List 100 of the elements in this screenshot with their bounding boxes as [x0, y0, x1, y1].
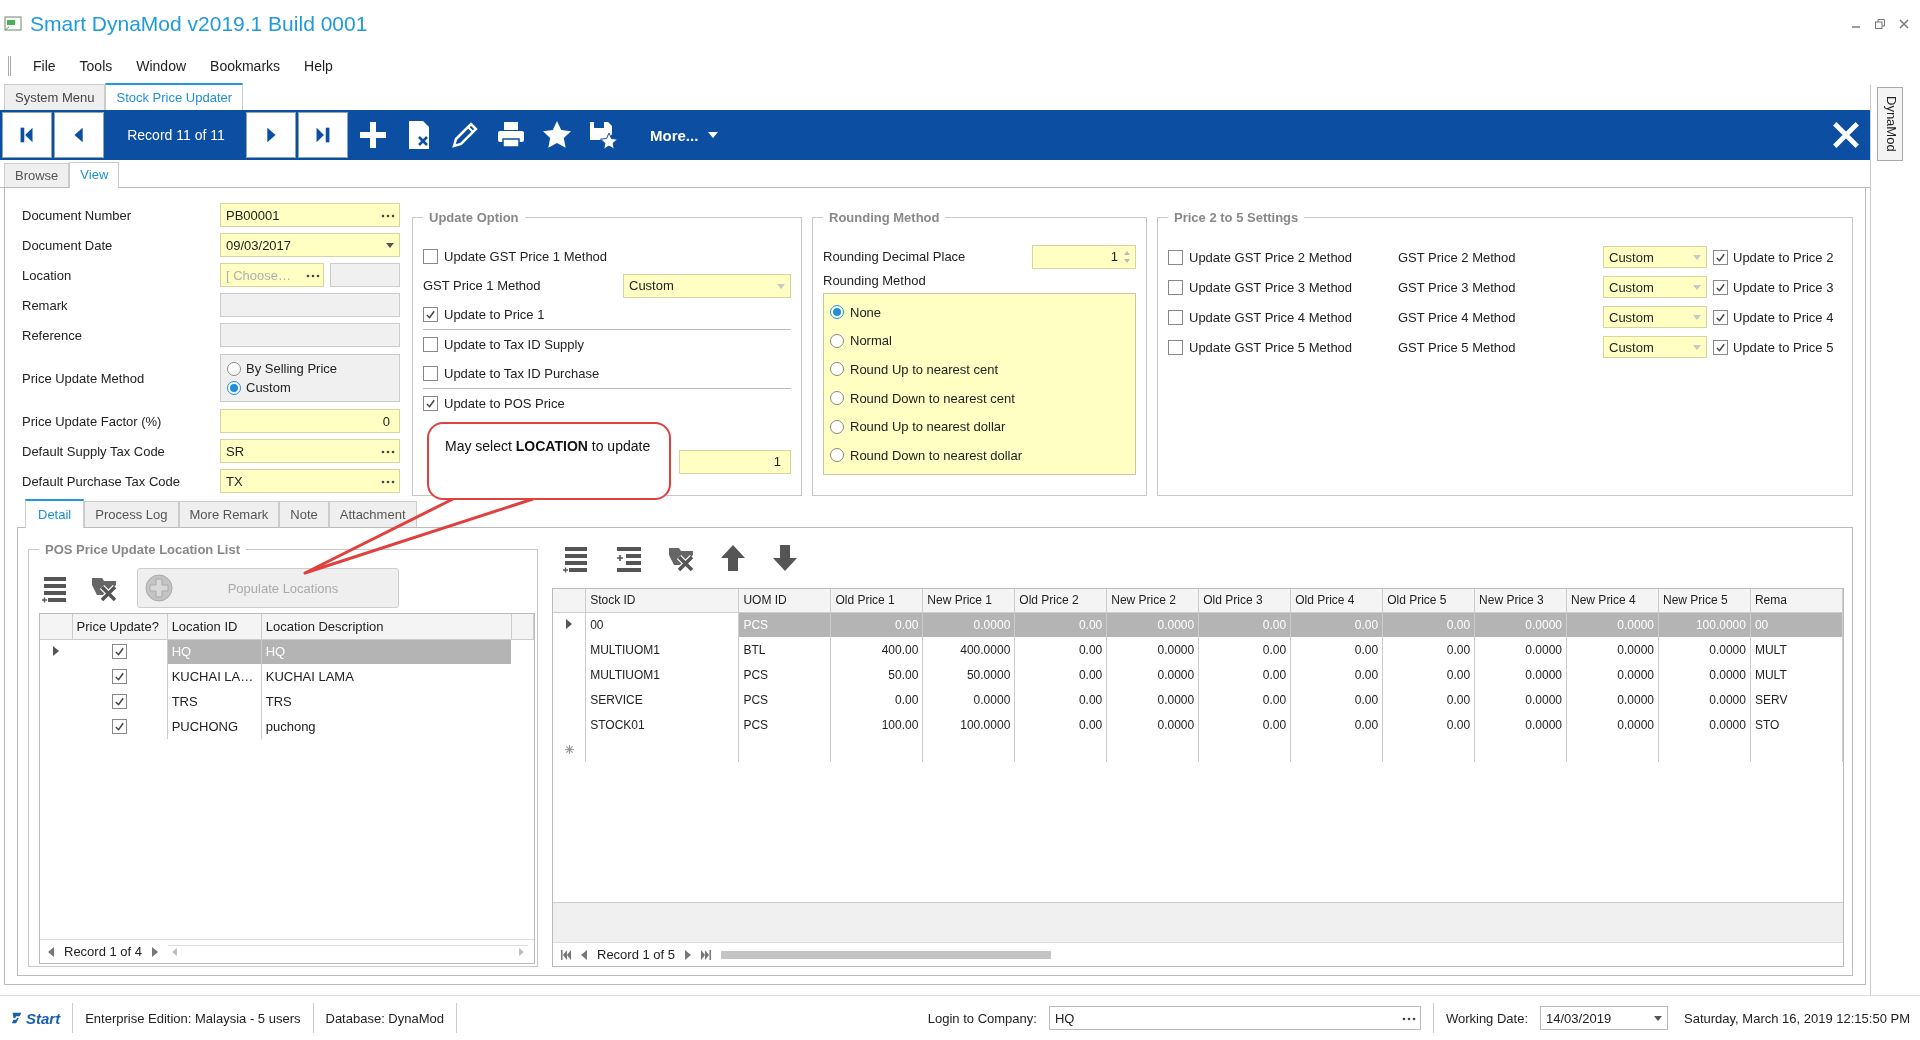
start-button[interactable]: Start	[10, 1009, 61, 1027]
radio-button[interactable]	[830, 448, 844, 463]
checkbox-label[interactable]: Update GST Price 3 Method	[1189, 279, 1353, 295]
lookup-field[interactable]: TX	[220, 469, 400, 493]
dropdown-field[interactable]: Custom	[1603, 306, 1707, 328]
table-row[interactable]: MULTIUOM1 PCS 50.00 50.0000 0.00 0.0000 0.00 0.00 0.00 0.0000 0.0000 0.0000 MULT	[553, 662, 1843, 687]
checkbox-label[interactable]: Update GST Price 4 Method	[1189, 309, 1353, 325]
checkbox[interactable]	[423, 396, 438, 411]
option-label[interactable]: By Selling Price	[246, 361, 338, 376]
first-record-button[interactable]	[2, 112, 52, 158]
column-header[interactable]: UOM ID	[738, 589, 831, 612]
option-label[interactable]: Round Down to nearest cent	[850, 390, 1015, 406]
next-icon[interactable]	[685, 949, 692, 960]
scrollbar-thumb[interactable]	[721, 950, 1052, 959]
column-header[interactable]: Old Price 5	[1382, 589, 1475, 612]
option-label[interactable]: Custom	[246, 380, 291, 395]
column-header[interactable]: New Price 1	[922, 589, 1015, 612]
checkbox[interactable]	[423, 366, 438, 381]
table-row[interactable]: PUCHONG puchong	[40, 714, 534, 739]
location-name-field[interactable]	[330, 263, 400, 287]
checkbox[interactable]	[1168, 249, 1183, 265]
previous-record-button[interactable]	[54, 112, 104, 158]
first-icon[interactable]	[561, 949, 571, 960]
detail-tab[interactable]: Note	[279, 501, 329, 527]
radio-button[interactable]	[830, 362, 844, 377]
column-header[interactable]: Old Price 4	[1290, 589, 1383, 612]
date-field[interactable]: 14/03/2019	[1540, 1006, 1669, 1030]
checkbox[interactable]	[1713, 249, 1728, 265]
previous-icon[interactable]	[581, 949, 587, 960]
column-header[interactable]: New Price 2	[1106, 589, 1199, 612]
star-icon[interactable]	[541, 119, 573, 151]
checkbox-label[interactable]: Update to Price 5	[1733, 339, 1834, 355]
checkbox-label[interactable]: Update to Tax ID Purchase	[444, 366, 600, 381]
move-down-icon[interactable]	[770, 543, 800, 573]
radio-button[interactable]	[227, 361, 241, 376]
checkbox-label[interactable]: Update to Tax ID Supply	[444, 337, 584, 352]
option-label[interactable]: Round Down to nearest dollar	[850, 447, 1022, 463]
checkbox-label[interactable]: Update GST Price 1 Method	[444, 249, 608, 264]
checkbox-label[interactable]: Update to Price 4	[1733, 309, 1834, 325]
column-header[interactable]: Rema	[1750, 589, 1843, 612]
previous-icon[interactable]	[48, 946, 54, 957]
checkbox-label[interactable]: Update to Price 3	[1733, 279, 1834, 295]
menu-item[interactable]: Help	[292, 57, 345, 74]
checkbox[interactable]	[1168, 309, 1183, 325]
next-icon[interactable]	[152, 946, 159, 957]
column-header[interactable]: New Price 4	[1566, 589, 1659, 612]
detail-tab[interactable]: More Remark	[178, 501, 280, 527]
dropdown-field[interactable]: Custom	[1603, 246, 1707, 268]
table-row[interactable]: SERVICE PCS 0.00 0.0000 0.00 0.0000 0.00 0.00 0.00 0.0000 0.0000 0.0000 SERV	[553, 687, 1843, 712]
option-label[interactable]: Round Up to nearest cent	[850, 362, 999, 377]
table-row[interactable]: KUCHAI LA… KUCHAI LAMA	[40, 664, 534, 689]
detail-tab[interactable]: Detail	[25, 499, 85, 528]
caret-icon[interactable]	[385, 241, 395, 249]
dropdown-field[interactable]: Custom	[1603, 336, 1707, 358]
radio-button[interactable]	[227, 380, 241, 395]
more-button[interactable]: More...	[644, 125, 725, 145]
document-tab[interactable]: System Menu	[4, 84, 106, 110]
table-row[interactable]: STOCK01 PCS 100.00 100.0000 0.00 0.0000 0.00 0.00 0.00 0.0000 0.0000 0.0000 STO	[553, 712, 1843, 737]
option-label[interactable]: None	[850, 304, 882, 320]
menu-item[interactable]: Window	[124, 57, 199, 74]
radio-button[interactable]	[830, 305, 844, 320]
checkbox-label[interactable]: Update GST Price 2 Method	[1189, 249, 1353, 265]
side-tab[interactable]: DynaMod	[1877, 87, 1903, 161]
company-field[interactable]: HQ	[1048, 1006, 1421, 1030]
checkbox[interactable]	[1713, 279, 1728, 295]
checkbox-label[interactable]: Update GST Price 5 Method	[1189, 339, 1353, 355]
column-header[interactable]: Price Update?	[72, 614, 168, 639]
table-row[interactable]: MULTIUOM1 BTL 400.00 400.0000 0.00 0.0000 0.00 0.00 0.00 0.0000 0.0000 0.0000 MULT	[553, 637, 1843, 662]
menu-item[interactable]: Tools	[67, 57, 125, 74]
restore-icon[interactable]	[1874, 18, 1886, 30]
dropdown-field[interactable]: Custom	[623, 273, 791, 298]
checkbox[interactable]	[423, 307, 438, 322]
checkbox[interactable]	[111, 668, 127, 684]
next-record-button[interactable]	[246, 112, 296, 158]
dropdown-field[interactable]: Custom	[1603, 276, 1707, 298]
checkbox[interactable]	[111, 718, 127, 734]
checkbox[interactable]	[1713, 339, 1728, 355]
number-field[interactable]: 0	[220, 409, 400, 433]
detail-tab[interactable]: Process Log	[84, 501, 179, 527]
last-icon[interactable]	[701, 949, 712, 960]
checkbox[interactable]	[1168, 279, 1183, 295]
column-header[interactable]: Location ID	[167, 614, 262, 639]
last-record-button[interactable]	[298, 112, 348, 158]
column-header[interactable]: Old Price 3	[1198, 589, 1291, 612]
view-tab[interactable]: View	[69, 162, 120, 188]
spinner-field[interactable]: 1	[1032, 244, 1136, 269]
detail-tab[interactable]: Attachment	[328, 501, 417, 527]
checkbox[interactable]	[1168, 339, 1183, 355]
column-header[interactable]: Old Price 2	[1014, 589, 1107, 612]
checkbox[interactable]	[423, 337, 438, 352]
add-icon[interactable]	[357, 119, 389, 151]
location-field[interactable]: [ Choose…	[220, 263, 324, 287]
column-header[interactable]: Location Description	[261, 614, 512, 639]
close-icon[interactable]	[1898, 18, 1910, 30]
option-label[interactable]: Round Up to nearest dollar	[850, 419, 1006, 435]
save-star-icon[interactable]	[587, 119, 619, 151]
selected-row[interactable]: 00 PCS 0.00 0.0000 0.00 0.0000 0.00 0.00 0.00 0.0000 0.0000 100.0000 00	[553, 612, 1843, 637]
checkbox[interactable]	[111, 643, 127, 659]
radio-button[interactable]	[830, 333, 844, 348]
radio-button[interactable]	[830, 391, 844, 406]
